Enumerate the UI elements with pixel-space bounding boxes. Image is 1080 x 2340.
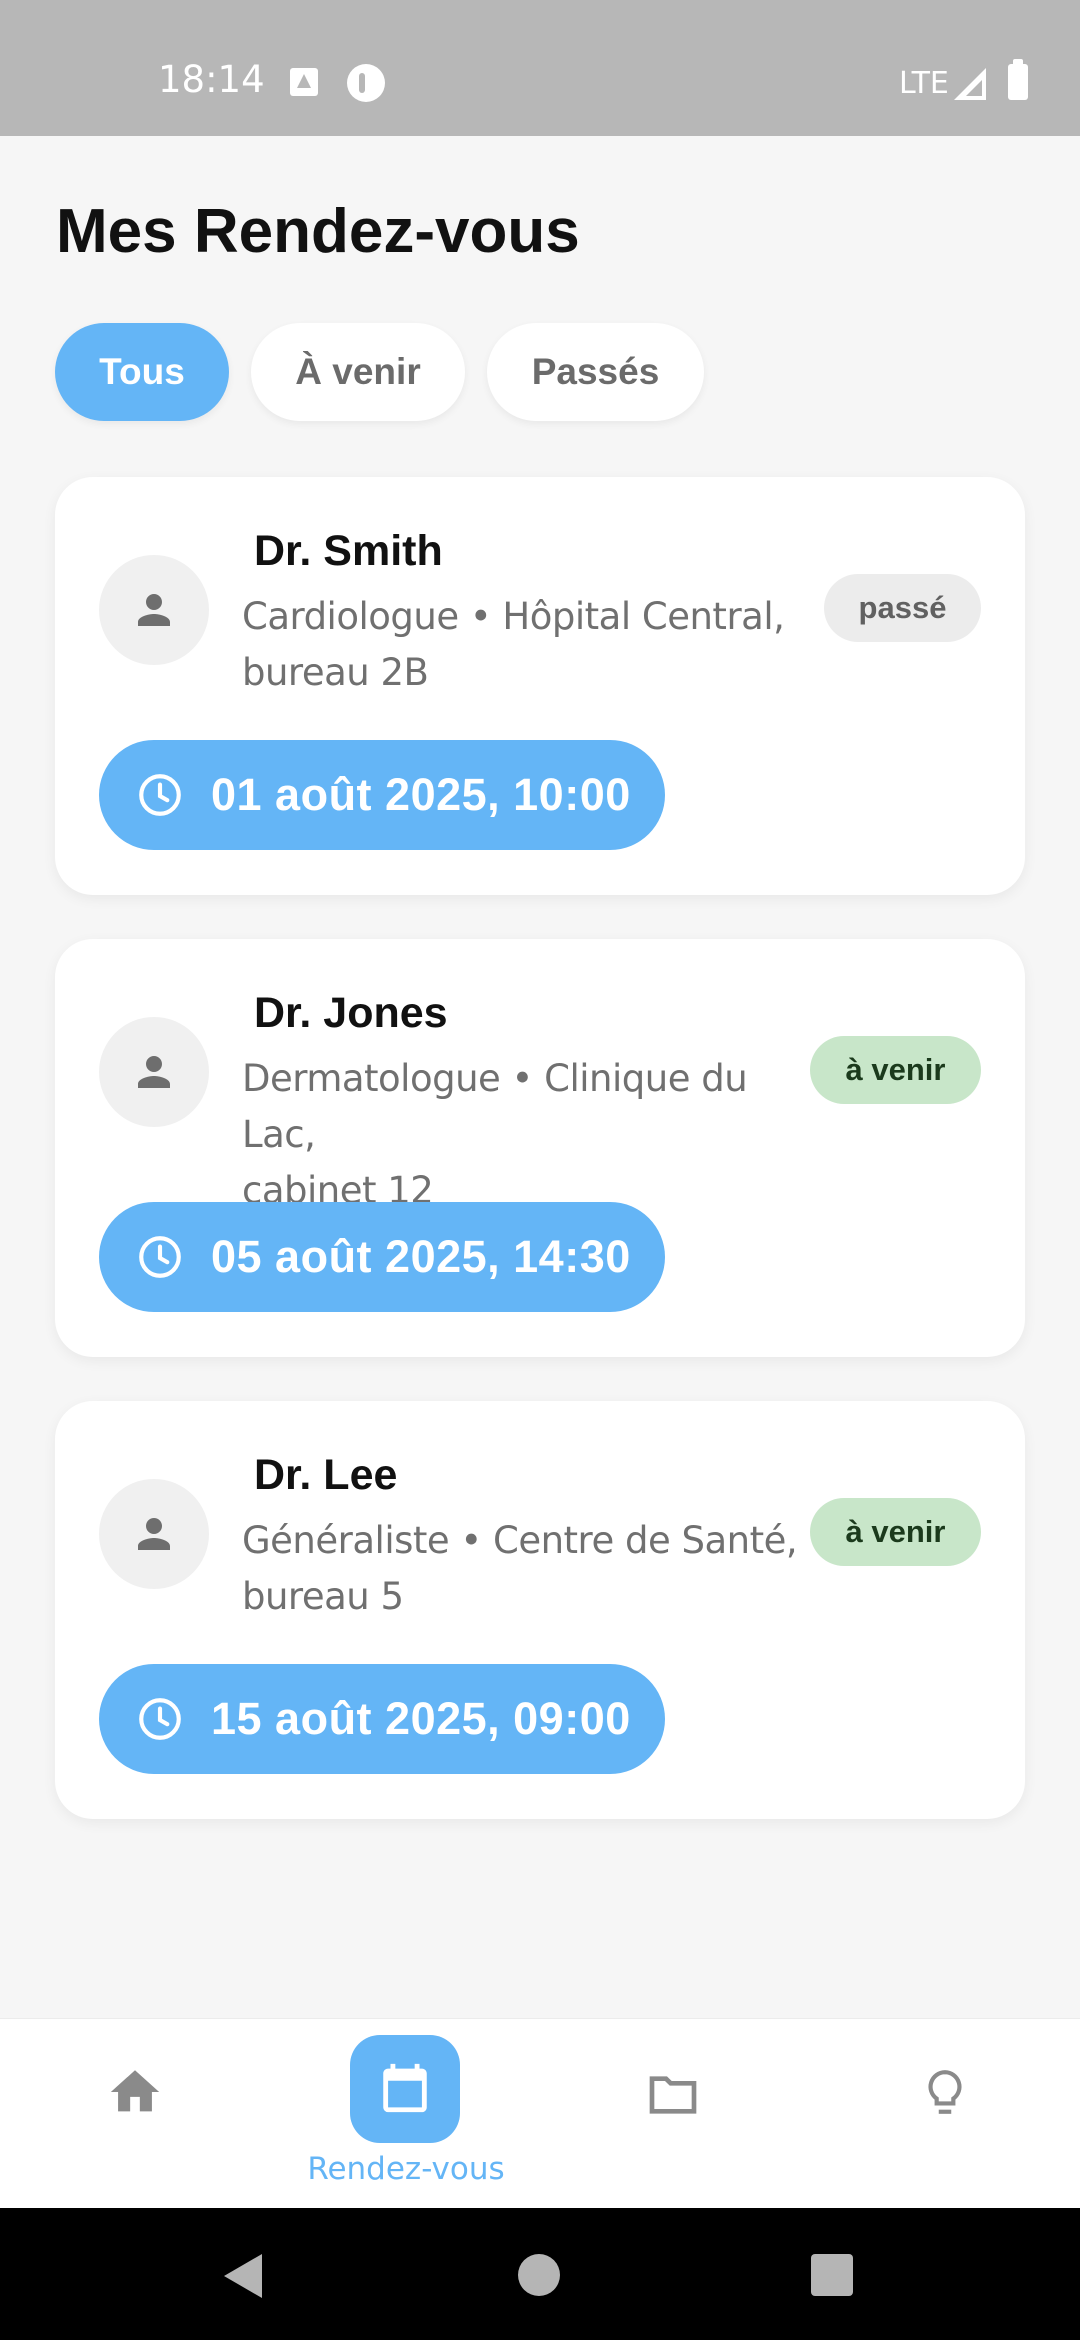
person-icon: [138, 594, 170, 626]
system-navigation-bar: [0, 2208, 1080, 2340]
nav-documents[interactable]: [643, 2019, 707, 2209]
person-icon: [138, 1518, 170, 1550]
nav-home[interactable]: [100, 2019, 170, 2209]
doctor-info-line2: bureau 5: [242, 1575, 404, 1618]
home-button-icon[interactable]: [518, 2254, 560, 2296]
status-time: 18:14: [158, 58, 265, 101]
bottom-navigation: Rendez-vous: [0, 2018, 1080, 2208]
lightbulb-icon: [928, 2070, 962, 2114]
doctor-info: Cardiologue • Hôpital Central, bureau 2B: [242, 589, 802, 701]
recents-icon[interactable]: [811, 2254, 853, 2296]
avatar: [99, 1017, 209, 1127]
datetime-pill: 05 août 2025, 14:30: [99, 1202, 665, 1312]
datetime-pill: 01 août 2025, 10:00: [99, 740, 665, 850]
signal-icon: [954, 68, 986, 100]
filter-all-chip[interactable]: Tous: [55, 323, 229, 421]
appointment-datetime: 15 août 2025, 09:00: [211, 1693, 631, 1744]
status-badge: passé: [824, 574, 981, 642]
clock-icon: [139, 1698, 181, 1740]
status-badge: à venir: [810, 1498, 981, 1566]
appointment-datetime: 05 août 2025, 14:30: [211, 1231, 631, 1282]
nav-tips[interactable]: [920, 2019, 970, 2209]
doctor-info-line1: Généraliste • Centre de Santé,: [242, 1519, 798, 1562]
doctor-info-line1: Dermatologue • Clinique du Lac,: [242, 1057, 748, 1156]
doctor-name: Dr. Smith: [254, 527, 443, 575]
calendar-icon: [383, 2063, 427, 2113]
page-title: Mes Rendez-vous: [56, 197, 580, 266]
back-icon[interactable]: [222, 2254, 264, 2298]
notification-app-icon: [290, 68, 318, 96]
battery-icon: [1008, 59, 1028, 100]
nav-appointments[interactable]: [350, 2035, 460, 2143]
avatar: [99, 555, 209, 665]
folder-icon: [649, 2076, 697, 2114]
appointment-card[interactable]: Dr. Smith Cardiologue • Hôpital Central,…: [55, 477, 1025, 895]
nav-appointments-label[interactable]: Rendez-vous: [306, 2151, 506, 2187]
filter-past-chip[interactable]: Passés: [487, 323, 704, 421]
datetime-pill: 15 août 2025, 09:00: [99, 1664, 665, 1774]
appointment-card[interactable]: Dr. Jones Dermatologue • Clinique du Lac…: [55, 939, 1025, 1357]
doctor-info: Généraliste • Centre de Santé, bureau 5: [242, 1513, 802, 1625]
status-badge: à venir: [810, 1036, 981, 1104]
appointment-card[interactable]: Dr. Lee Généraliste • Centre de Santé, b…: [55, 1401, 1025, 1819]
avatar: [99, 1479, 209, 1589]
clock-icon: [139, 774, 181, 816]
doctor-info-line2: bureau 2B: [242, 651, 429, 694]
doctor-info-line1: Cardiologue • Hôpital Central,: [242, 595, 785, 638]
person-icon: [138, 1056, 170, 1088]
doctor-name: Dr. Jones: [254, 989, 448, 1037]
clock-icon: [139, 1236, 181, 1278]
network-type: LTE: [899, 66, 949, 101]
filter-upcoming-chip[interactable]: À venir: [251, 323, 465, 421]
appointment-datetime: 01 août 2025, 10:00: [211, 769, 631, 820]
filter-chips: Tous À venir Passés: [55, 323, 704, 421]
notification-badge-icon: [347, 64, 385, 102]
status-bar: 18:14 LTE: [0, 0, 1080, 136]
home-icon: [110, 2070, 160, 2112]
doctor-name: Dr. Lee: [254, 1451, 398, 1499]
doctor-info: Dermatologue • Clinique du Lac, cabinet …: [242, 1051, 802, 1219]
